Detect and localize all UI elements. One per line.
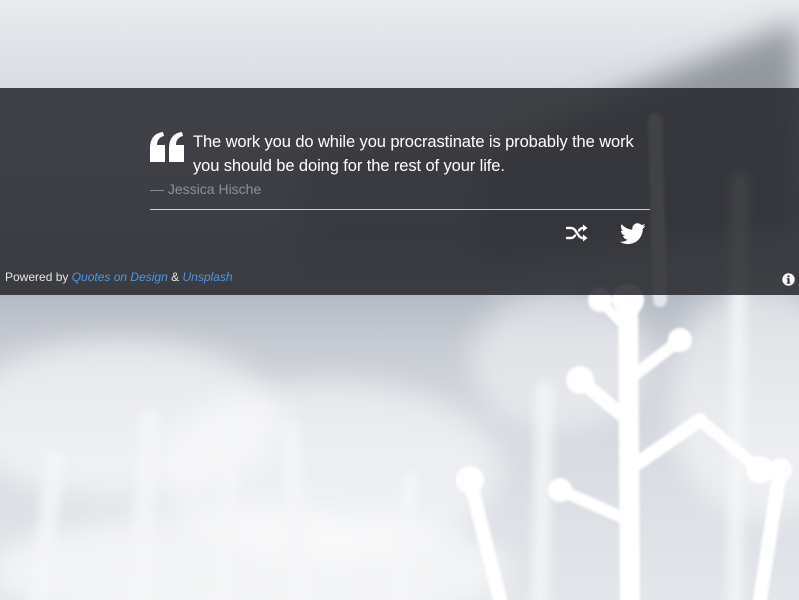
unsplash-link[interactable]: Unsplash (182, 270, 232, 284)
quote-text: The work you do while you procrastinate … (193, 133, 634, 175)
quote-mark-icon (150, 132, 184, 162)
credits-separator: & (171, 270, 180, 284)
powered-by-credits: Powered by Quotes on Design & Unsplash (5, 270, 233, 284)
powered-by-label: Powered by (5, 270, 69, 284)
tweet-button[interactable] (619, 223, 646, 245)
new-quote-button[interactable] (565, 223, 588, 243)
quote-overlay (0, 88, 799, 295)
info-icon (782, 273, 795, 286)
quote-author: — Jessica Hische (150, 181, 262, 197)
quotes-on-design-link[interactable]: Quotes on Design (72, 270, 168, 284)
info-button[interactable] (782, 273, 795, 286)
divider (150, 209, 650, 210)
shuffle-icon (565, 224, 588, 242)
new-tab-page: The work you do while you procrastinate … (0, 0, 799, 600)
twitter-icon (619, 223, 646, 245)
